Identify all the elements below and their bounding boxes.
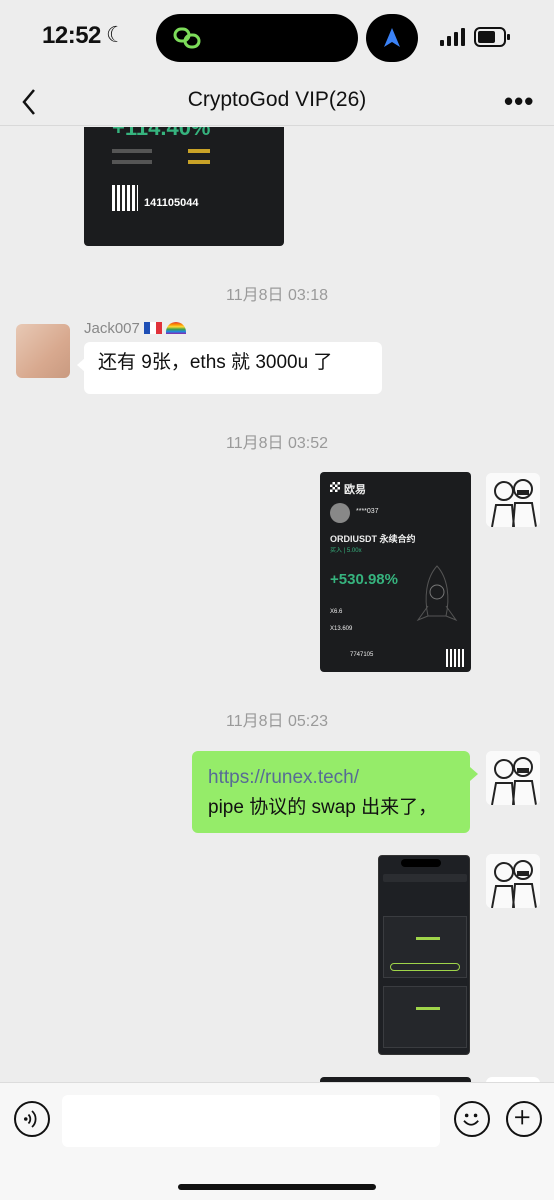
home-indicator[interactable] (178, 1184, 376, 1190)
label-line (112, 149, 152, 153)
shared-image-top[interactable]: +114.40% 141105044 (84, 127, 284, 246)
swap-panel (383, 986, 467, 1048)
timestamp: 11月8日 05:23 (226, 713, 328, 730)
input-bar (0, 1082, 554, 1200)
profile-icon (330, 503, 350, 523)
plus-icon[interactable] (506, 1101, 542, 1137)
message-bubble[interactable]: https://runex.tech/ pipe 协议的 swap 出来了， (192, 751, 478, 833)
chat-header: CryptoGod VIP(26) ••• (0, 78, 554, 126)
location-arrow-icon (384, 28, 400, 47)
avatar-sketch-icon (486, 473, 540, 527)
search-bar (383, 874, 467, 882)
invite-code: 7747105 (350, 652, 374, 658)
okx-logo-icon (330, 482, 340, 492)
sender-name-text: Jack007 (84, 320, 140, 337)
avatar[interactable] (16, 324, 70, 378)
clock: 12:52 (42, 22, 101, 49)
timestamp: 11月8日 03:18 (226, 287, 328, 304)
navigation-pill[interactable] (366, 14, 418, 62)
swap-button (390, 963, 460, 971)
avatar[interactable] (486, 751, 540, 805)
qr-code (112, 185, 138, 211)
contract-pair: ORDIUSDT 永续合约 (330, 534, 416, 544)
avatar-sketch-icon (486, 751, 540, 805)
avatar-sketch-icon (486, 854, 540, 908)
message-bubble[interactable]: 还有 9张，eths 就 3000u 了 (77, 342, 382, 394)
moon-icon: ☾ (106, 22, 126, 47)
swap-panel (383, 916, 467, 978)
voice-input-icon[interactable] (14, 1101, 50, 1137)
invite-code: 141105044 (144, 197, 199, 209)
shared-image-pnl[interactable]: 欧易 ****037 ORDIUSDT 永续合约 买入 | 5.00x +530… (320, 472, 471, 672)
qr-code (446, 649, 464, 667)
mark-price: X13.609 (330, 626, 353, 632)
rainbow-icon (166, 322, 187, 334)
value-line (188, 160, 210, 164)
shared-image-swap[interactable] (378, 855, 470, 1055)
message-link[interactable]: https://runex.tech/ (208, 763, 454, 793)
pnl-percent-top: +114.40% (112, 127, 211, 140)
label-line (112, 160, 152, 164)
open-price: X6.6 (330, 609, 343, 615)
sender-name: Jack007 (84, 320, 187, 337)
price-line (416, 1007, 440, 1010)
rocket-icon (416, 565, 458, 622)
status-bar: 12:52 ☾ (0, 0, 554, 78)
chat-title[interactable]: CryptoGod VIP(26) (0, 88, 554, 112)
user-id: ****037 (356, 508, 379, 515)
position-side: 买入 | 5.00x (330, 548, 362, 554)
more-options-icon[interactable]: ••• (504, 86, 534, 117)
link-icon (173, 27, 201, 49)
pnl-percent: +530.98% (330, 571, 398, 588)
value-line (188, 149, 210, 153)
avatar[interactable] (486, 473, 540, 527)
phone-notch (401, 859, 441, 867)
signal-icon (440, 28, 465, 46)
message-list[interactable]: +114.40% 141105044 11月8日 03:18 Jack007 还… (0, 127, 554, 1082)
avatar[interactable] (486, 854, 540, 908)
brand-name: 欧易 (344, 484, 366, 496)
flag-france-icon (144, 322, 163, 334)
timestamp: 11月8日 03:52 (226, 435, 328, 452)
price-line (416, 937, 440, 940)
message-text: pipe 协议的 swap 出来了， (208, 797, 438, 818)
emoji-icon[interactable] (454, 1101, 490, 1137)
message-input[interactable] (62, 1095, 440, 1147)
battery-icon (474, 27, 510, 47)
dynamic-island[interactable] (156, 14, 358, 62)
